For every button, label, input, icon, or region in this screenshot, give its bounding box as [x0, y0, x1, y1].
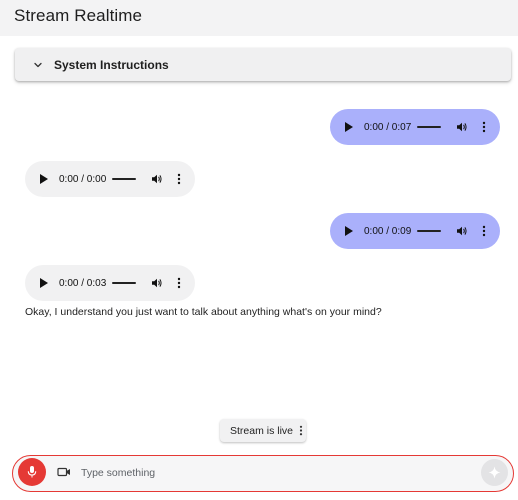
more-vert-icon[interactable] — [299, 425, 303, 436]
audio-progress-slider[interactable] — [112, 282, 136, 284]
mic-icon — [27, 466, 37, 478]
composer-bar — [12, 455, 514, 492]
volume-icon[interactable] — [456, 225, 468, 237]
volume-icon[interactable] — [151, 277, 163, 289]
play-icon[interactable] — [345, 226, 353, 236]
stream-status-chip[interactable]: Stream is live — [220, 419, 306, 442]
audio-time: 0:00 / 0:07 — [364, 121, 412, 133]
videocam-icon — [57, 467, 70, 477]
mic-button[interactable] — [18, 458, 46, 486]
stream-status-label: Stream is live — [230, 424, 294, 437]
sparkle-send-icon — [488, 466, 501, 479]
play-icon[interactable] — [40, 278, 48, 288]
more-vert-icon[interactable] — [177, 277, 181, 289]
videocam-button[interactable] — [57, 465, 71, 479]
more-vert-icon[interactable] — [177, 173, 181, 185]
audio-player[interactable]: 0:00 / 0:09 — [330, 213, 500, 249]
system-instructions-label: System Instructions — [54, 57, 169, 72]
more-vert-icon[interactable] — [482, 225, 486, 237]
audio-time: 0:00 / 0:03 — [59, 277, 107, 289]
audio-progress-slider[interactable] — [112, 178, 136, 180]
play-icon[interactable] — [40, 174, 48, 184]
model-reply-text: Okay, I understand you just want to talk… — [25, 306, 382, 318]
volume-icon[interactable] — [151, 173, 163, 185]
message-input[interactable] — [81, 462, 461, 484]
more-vert-icon[interactable] — [482, 121, 486, 133]
audio-progress-slider[interactable] — [417, 230, 441, 232]
app-title: Stream Realtime — [14, 6, 143, 25]
audio-time: 0:00 / 0:00 — [59, 173, 107, 185]
chevron-down-icon — [31, 58, 45, 72]
audio-player[interactable]: 0:00 / 0:03 — [25, 265, 195, 301]
system-instructions-toggle[interactable]: System Instructions — [15, 48, 511, 81]
audio-progress-slider[interactable] — [417, 126, 441, 128]
audio-player[interactable]: 0:00 / 0:07 — [330, 109, 500, 145]
send-button[interactable] — [481, 459, 508, 486]
audio-time: 0:00 / 0:09 — [364, 225, 412, 237]
volume-icon[interactable] — [456, 121, 468, 133]
app-header: Stream Realtime — [0, 0, 518, 36]
audio-player[interactable]: 0:00 / 0:00 — [25, 161, 195, 197]
app-root: Stream Realtime System Instructions 0:00… — [0, 0, 518, 500]
play-icon[interactable] — [345, 122, 353, 132]
